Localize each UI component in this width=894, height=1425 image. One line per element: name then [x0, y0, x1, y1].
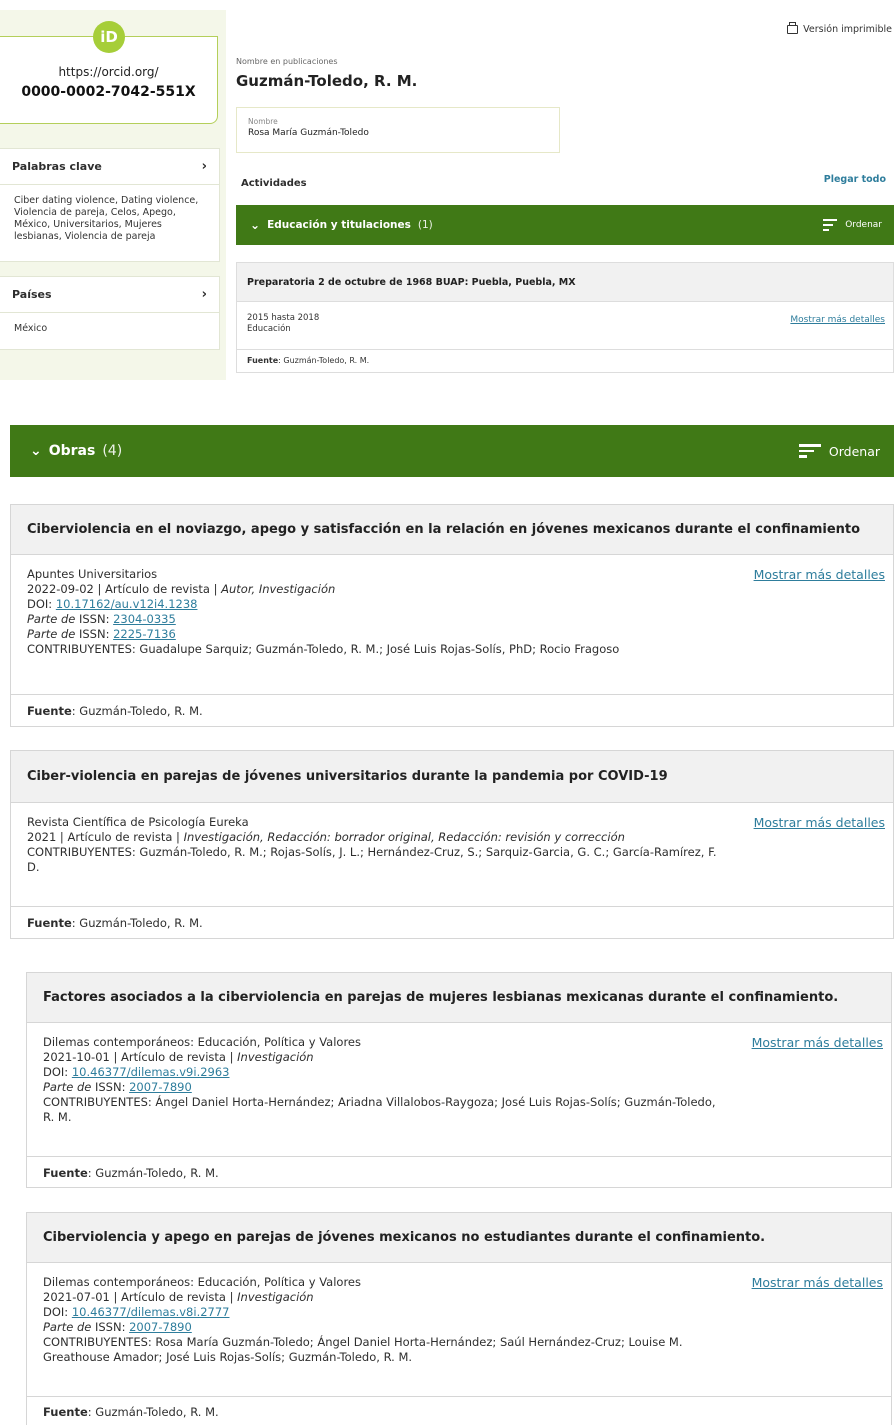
countries-header[interactable]: Países › — [0, 277, 219, 313]
chevron-right-icon: › — [201, 159, 207, 174]
education-count: (1) — [417, 219, 433, 231]
work-contributors: CONTRIBUYENTES: Rosa María Guzmán-Toledo… — [43, 1335, 683, 1364]
work-meta: 2021-07-01 | Artículo de revista | Inves… — [43, 1290, 314, 1304]
work-title: Ciberviolencia y apego en parejas de jóv… — [27, 1213, 891, 1263]
sidebar: iD https://orcid.org/ 0000-0002-7042-551… — [0, 10, 226, 380]
education-sort-button[interactable]: Ordenar — [823, 216, 882, 234]
works-sort-button[interactable]: Ordenar — [798, 441, 880, 461]
work-journal: Dilemas contemporáneos: Educación, Polít… — [43, 1275, 361, 1289]
work-journal: Apuntes Universitarios — [27, 567, 158, 581]
work-issn: Parte de ISSN: 2007-7890 — [43, 1320, 192, 1334]
work-issn: Parte de ISSN: 2304-0335 — [27, 612, 176, 626]
work-meta: 2021 | Artículo de revista | Investigaci… — [27, 830, 625, 844]
sort-label: Ordenar — [828, 443, 880, 459]
orcid-logo-icon: iD — [93, 21, 125, 53]
works-count: (4) — [102, 443, 123, 459]
work-title: Ciber-violencia en parejas de jóvenes un… — [11, 751, 893, 803]
work-item: Ciber-violencia en parejas de jóvenes un… — [10, 750, 894, 939]
keywords-header[interactable]: Palabras clave › — [0, 149, 219, 185]
show-more-details-link[interactable]: Mostrar más detalles — [754, 567, 885, 582]
education-title: Educación y titulaciones — [267, 219, 411, 231]
published-name-label: Nombre en publicaciones — [236, 57, 338, 66]
works-title: Obras — [48, 443, 96, 459]
show-more-details-link[interactable]: Mostrar más detalles — [752, 1035, 883, 1050]
countries-panel: Países › México — [0, 276, 220, 350]
issn-link[interactable]: 2007-7890 — [129, 1320, 192, 1334]
work-title: Factores asociados a la ciberviolencia e… — [27, 973, 891, 1023]
published-name: Guzmán-Toledo, R. M. — [236, 72, 418, 90]
work-item: Ciberviolencia y apego en parejas de jóv… — [26, 1212, 892, 1425]
doi-link[interactable]: 10.17162/au.v12i4.1238 — [56, 597, 198, 611]
chevron-right-icon: › — [201, 287, 207, 302]
education-type: Educación — [247, 324, 291, 334]
chevron-down-icon: ⌄ — [30, 443, 42, 459]
orcid-url[interactable]: https://orcid.org/ — [0, 65, 217, 79]
education-section-header[interactable]: ⌄ Educación y titulaciones (1) Ordenar — [236, 205, 894, 245]
work-contributors: CONTRIBUYENTES: Guzmán-Toledo, R. M.; Ro… — [27, 845, 717, 874]
work-source: Fuente: Guzmán-Toledo, R. M. — [27, 703, 203, 718]
work-issn: Parte de ISSN: 2225-7136 — [27, 627, 176, 641]
education-source: Fuente: Guzmán-Toledo, R. M. — [247, 356, 370, 365]
issn-link[interactable]: 2007-7890 — [129, 1080, 192, 1094]
name-label: Nombre — [248, 117, 278, 126]
work-item: Factores asociados a la ciberviolencia e… — [26, 972, 892, 1188]
work-source: Fuente: Guzmán-Toledo, R. M. — [43, 1404, 219, 1419]
work-contributors: CONTRIBUYENTES: Guadalupe Sarquiz; Guzmá… — [27, 642, 620, 656]
chevron-down-icon: ⌄ — [250, 218, 261, 232]
orcid-id: 0000-0002-7042-551X — [21, 84, 196, 100]
sort-icon — [823, 216, 838, 234]
sort-label: Ordenar — [845, 220, 882, 230]
show-more-details-link[interactable]: Mostrar más detalles — [752, 1275, 883, 1290]
works-section-header[interactable]: ⌄ Obras (4) Ordenar — [10, 425, 894, 477]
issn-link[interactable]: 2304-0335 — [113, 612, 176, 626]
work-title: Ciberviolencia en el noviazgo, apego y s… — [11, 505, 893, 555]
work-issn: Parte de ISSN: 2007-7890 — [43, 1080, 192, 1094]
show-more-details-link[interactable]: Mostrar más detalles — [754, 815, 885, 830]
doi-link[interactable]: 10.46377/dilemas.v8i.2777 — [72, 1305, 230, 1319]
work-meta: 2021-10-01 | Artículo de revista | Inves… — [43, 1050, 314, 1064]
sort-icon — [798, 441, 821, 461]
keywords-panel: Palabras clave › Ciber dating violence, … — [0, 148, 220, 262]
work-source: Fuente: Guzmán-Toledo, R. M. — [27, 915, 203, 930]
keywords-text: Ciber dating violence, Dating violence, … — [14, 195, 199, 242]
countries-text: México — [14, 323, 48, 334]
work-doi: DOI: 10.46377/dilemas.v8i.2777 — [43, 1305, 230, 1319]
orcid-card: iD https://orcid.org/ 0000-0002-7042-551… — [0, 21, 218, 124]
print-version-link[interactable]: Versión imprimible — [787, 22, 892, 35]
keywords-title: Palabras clave — [12, 160, 102, 173]
work-doi: DOI: 10.17162/au.v12i4.1238 — [27, 597, 198, 611]
collapse-all-button[interactable]: Plegar todo — [824, 174, 886, 185]
work-doi: DOI: 10.46377/dilemas.v9i.2963 — [43, 1065, 230, 1079]
doi-link[interactable]: 10.46377/dilemas.v9i.2963 — [72, 1065, 230, 1079]
work-meta: 2022-09-02 | Artículo de revista | Autor… — [27, 582, 336, 596]
education-item-title: Preparatoria 2 de octubre de 1968 BUAP: … — [237, 263, 893, 302]
show-more-details-link[interactable]: Mostrar más detalles — [790, 315, 885, 326]
countries-title: Países — [12, 288, 52, 301]
name-box: Nombre Rosa María Guzmán-Toledo — [236, 107, 560, 153]
work-contributors: CONTRIBUYENTES: Ángel Daniel Horta-Herná… — [43, 1095, 716, 1124]
education-dates: 2015 hasta 2018 — [247, 313, 320, 323]
name-value: Rosa María Guzmán-Toledo — [248, 128, 369, 138]
education-item: Preparatoria 2 de octubre de 1968 BUAP: … — [236, 262, 894, 373]
work-source: Fuente: Guzmán-Toledo, R. M. — [43, 1165, 219, 1180]
printer-icon — [787, 22, 799, 34]
activities-title: Actividades — [241, 178, 307, 189]
work-journal: Revista Científica de Psicología Eureka — [27, 815, 249, 829]
work-item: Ciberviolencia en el noviazgo, apego y s… — [10, 504, 894, 727]
print-label: Versión imprimible — [803, 24, 892, 35]
work-journal: Dilemas contemporáneos: Educación, Polít… — [43, 1035, 361, 1049]
issn-link[interactable]: 2225-7136 — [113, 627, 176, 641]
